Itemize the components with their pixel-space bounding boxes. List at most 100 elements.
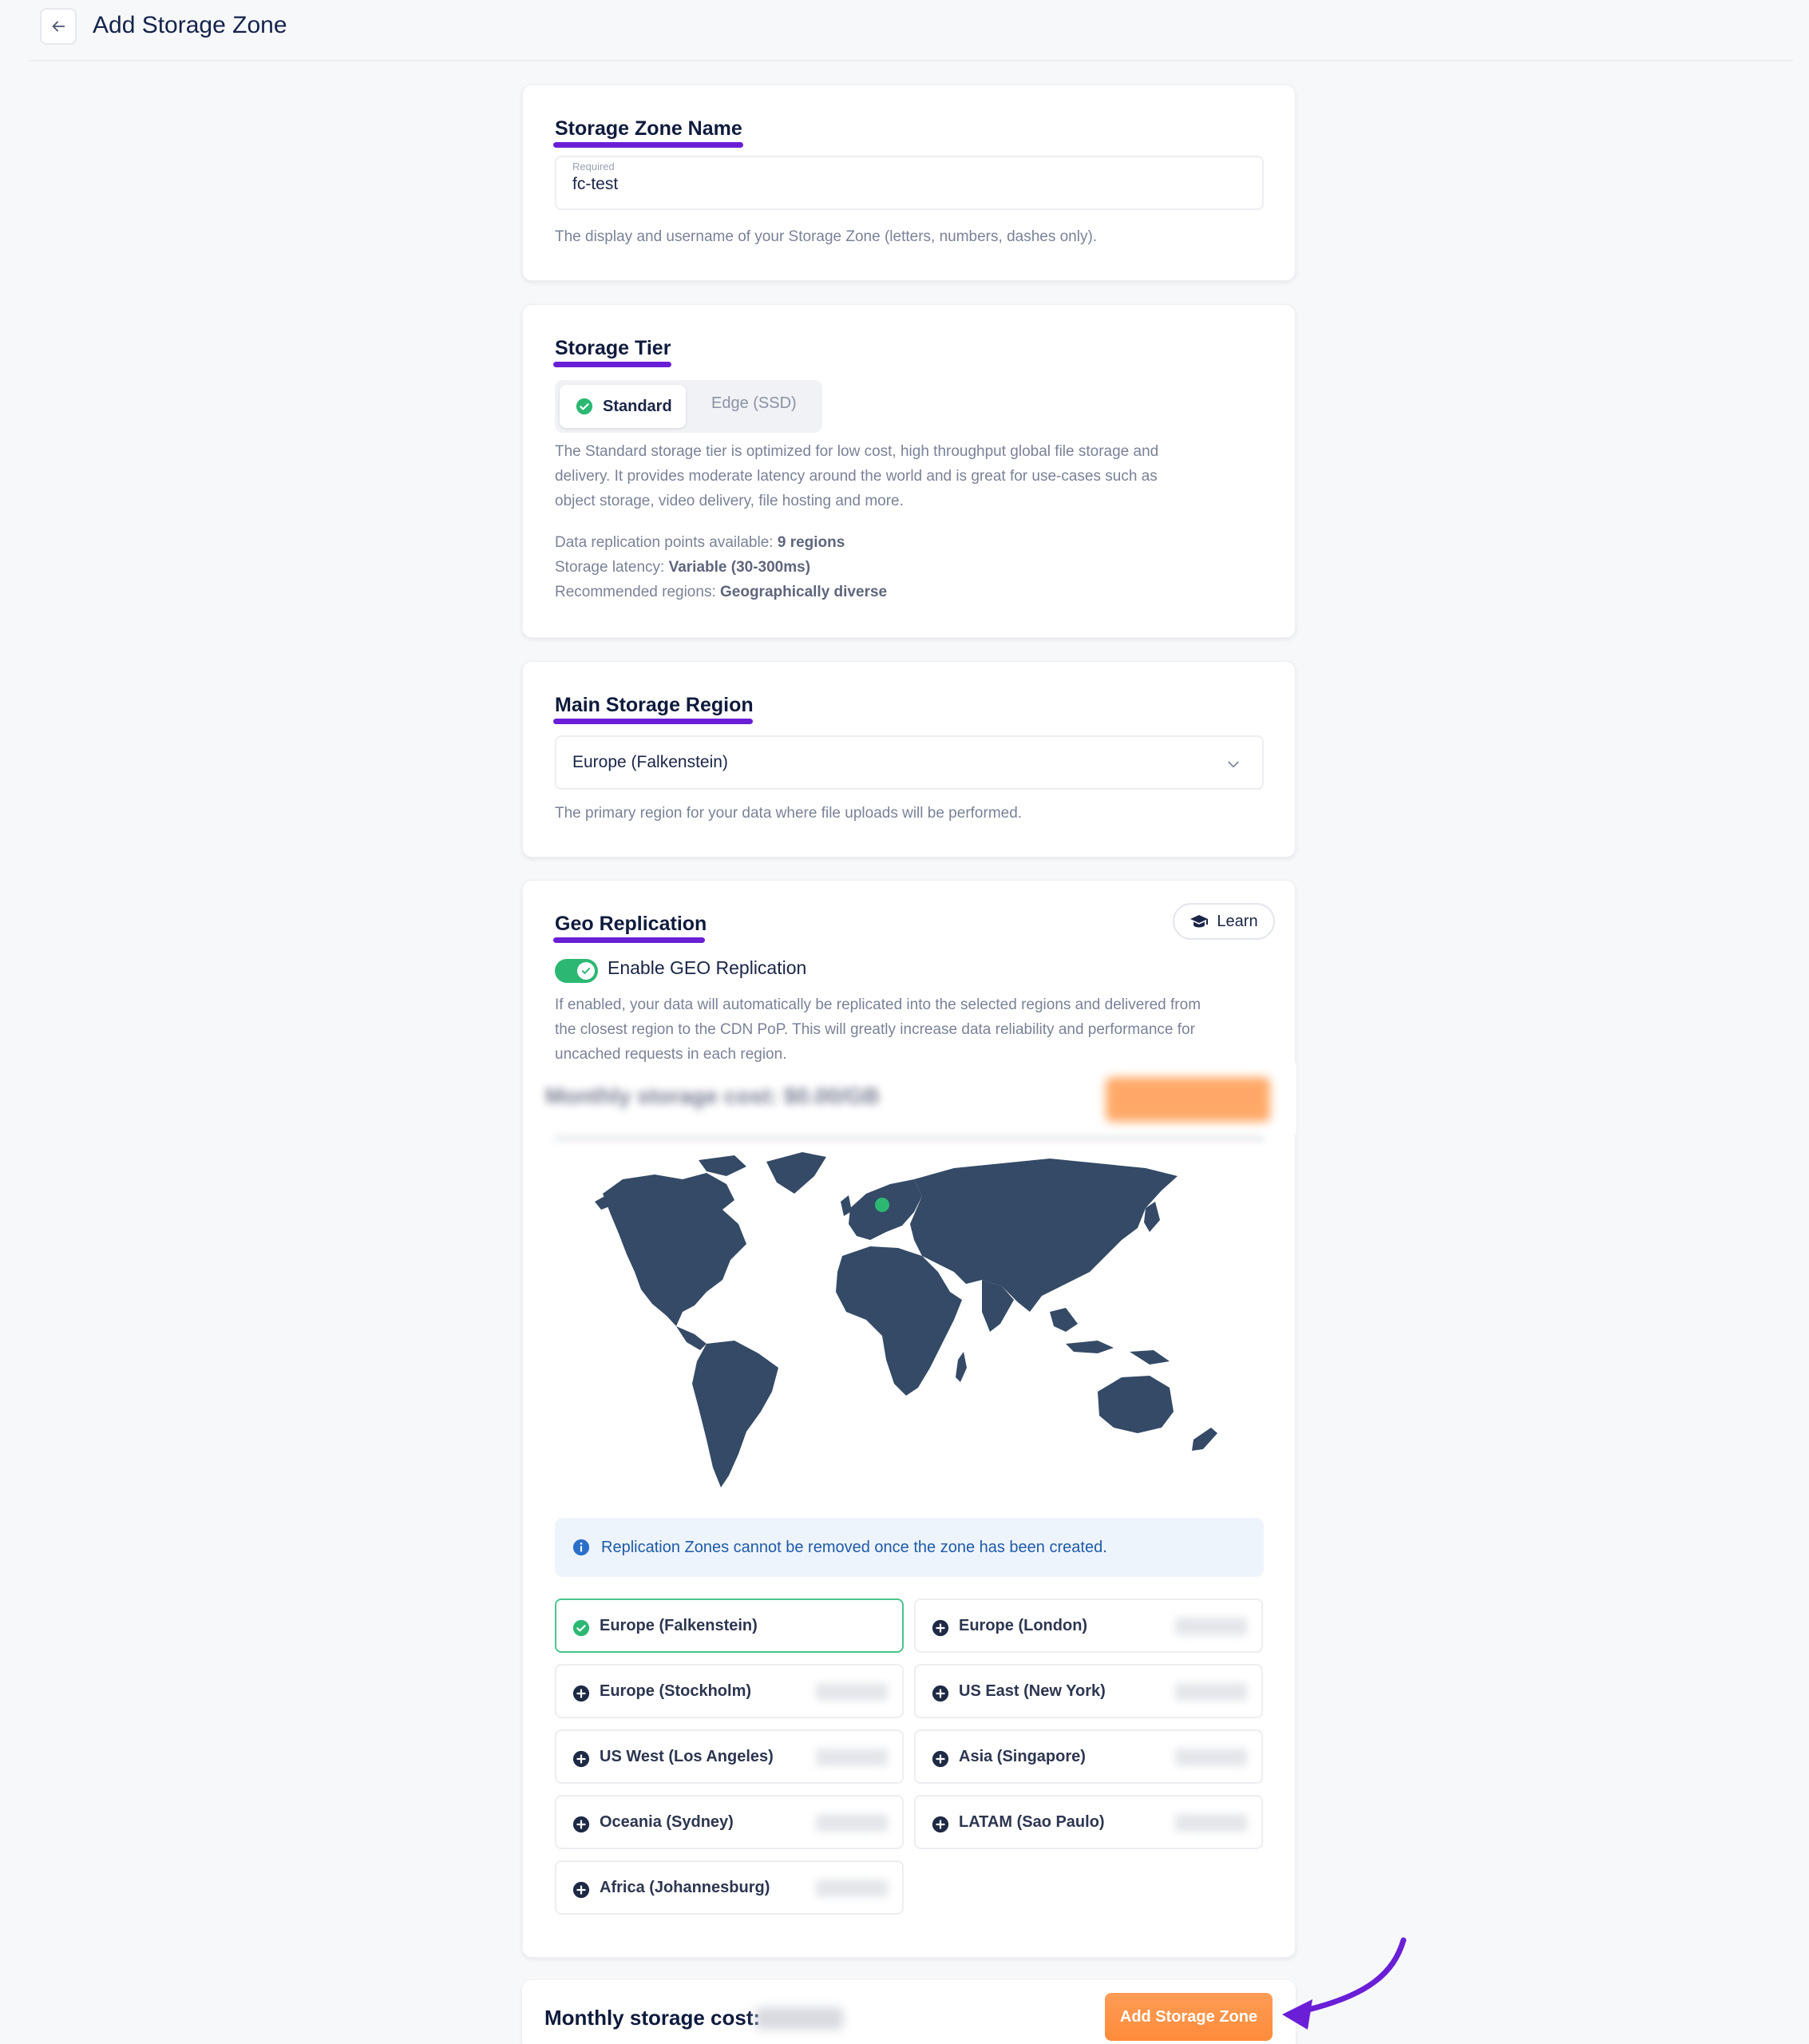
region-option-latam-sao-paulo[interactable]: LATAM (Sao Paulo)	[914, 1795, 1263, 1849]
region-label: US East (New York)	[959, 1682, 1106, 1700]
description-line: The Standard storage tier is optimized f…	[555, 443, 1159, 460]
region-label: Europe (London)	[959, 1617, 1088, 1634]
geo-replication-toggle[interactable]	[555, 959, 598, 983]
map-southeast-asia	[1050, 1308, 1078, 1332]
region-price-blurred	[816, 1814, 888, 1832]
storage-zone-name-input[interactable]	[572, 175, 1243, 194]
storage-tier-specs: Data replication points available: 9 reg…	[555, 530, 887, 604]
region-label: Asia (Singapore)	[959, 1748, 1086, 1765]
check-circle-icon	[576, 398, 593, 415]
map-new-zealand	[1192, 1428, 1217, 1451]
spec-recommended: Recommended regions: Geographically dive…	[555, 584, 888, 600]
toggle-knob	[577, 962, 595, 980]
storage-tier-card: Storage Tier Standard Edge (SSD) The Sta…	[522, 304, 1296, 638]
plus-circle-icon	[572, 1816, 590, 1833]
region-label: Africa (Johannesburg)	[600, 1879, 770, 1896]
map-asia	[910, 1159, 1178, 1312]
main-region-select[interactable]: Europe (Falkenstein)	[555, 735, 1264, 790]
map-canada-islands	[699, 1155, 746, 1176]
title-underline	[553, 362, 671, 367]
map-australia	[1098, 1376, 1174, 1433]
back-button[interactable]	[40, 8, 77, 45]
plus-circle-icon	[572, 1750, 590, 1768]
spec-latency: Storage latency: Variable (30-300ms)	[555, 559, 811, 576]
learn-button-label: Learn	[1217, 912, 1258, 930]
region-option-europe-stockholm[interactable]: Europe (Stockholm)	[555, 1664, 904, 1718]
plus-circle-icon	[932, 1619, 949, 1637]
title-underline	[553, 719, 753, 724]
monthly-cost-value-blurred	[755, 2007, 843, 2030]
check-icon	[581, 968, 591, 974]
region-price-blurred	[1175, 1814, 1247, 1832]
region-option-us-west[interactable]: US West (Los Angeles)	[555, 1729, 904, 1784]
region-label: US West (Los Angeles)	[600, 1748, 774, 1765]
region-price-blurred	[1175, 1683, 1247, 1701]
add-storage-zone-button[interactable]: Add Storage Zone	[1105, 1993, 1273, 2041]
page-title: Add Storage Zone	[93, 12, 287, 38]
top-bar	[29, 0, 1793, 61]
replication-info-text: Replication Zones cannot be removed once…	[601, 1538, 1107, 1556]
region-price-blurred	[1175, 1618, 1247, 1635]
description-line: the closest region to the CDN PoP. This …	[555, 1021, 1195, 1038]
main-region-selected-value: Europe (Falkenstein)	[572, 753, 728, 771]
spec-replication: Data replication points available: 9 reg…	[555, 534, 845, 551]
map-africa	[836, 1246, 962, 1396]
region-label: LATAM (Sao Paulo)	[959, 1813, 1105, 1831]
region-label: Europe (Falkenstein)	[600, 1617, 758, 1634]
annotation-arrow-icon	[1282, 1937, 1407, 2030]
replication-info-banner: Replication Zones cannot be removed once…	[555, 1518, 1264, 1577]
region-option-oceania-sydney[interactable]: Oceania (Sydney)	[555, 1795, 904, 1849]
section-title-storage-tier: Storage Tier	[555, 337, 671, 359]
tier-option-edge-ssd[interactable]: Edge (SSD)	[711, 394, 797, 413]
title-underline	[553, 142, 743, 148]
description-line: If enabled, your data will automatically…	[555, 996, 1201, 1013]
plus-circle-icon	[572, 1685, 590, 1702]
region-option-europe-london[interactable]: Europe (London)	[914, 1598, 1263, 1653]
section-title-main-storage-region: Main Storage Region	[555, 694, 754, 716]
region-option-asia-singapore[interactable]: Asia (Singapore)	[914, 1729, 1263, 1784]
map-central-america	[676, 1326, 707, 1350]
map-north-america	[603, 1173, 746, 1326]
description-line: delivery. It provides moderate latency a…	[555, 468, 1158, 485]
tier-option-standard-label: Standard	[603, 397, 672, 415]
learn-button[interactable]: Learn	[1173, 903, 1275, 940]
map-south-america	[692, 1341, 778, 1487]
region-label: Oceania (Sydney)	[600, 1813, 734, 1831]
blurred-divider	[555, 1135, 1264, 1143]
storage-zone-name-card: Storage Zone Name Required The display a…	[522, 85, 1296, 281]
info-icon	[572, 1539, 590, 1556]
main-storage-region-card: Main Storage Region Europe (Falkenstein)…	[522, 661, 1296, 858]
region-option-europe-falkenstein[interactable]: Europe (Falkenstein)	[555, 1598, 904, 1653]
title-underline	[553, 937, 705, 943]
main-region-help: The primary region for your data where f…	[555, 805, 1023, 822]
region-price-blurred	[1175, 1749, 1247, 1766]
section-title-geo-replication: Geo Replication	[555, 913, 707, 935]
blurred-add-button	[1106, 1077, 1270, 1122]
plus-circle-icon	[572, 1881, 590, 1899]
arrow-left-icon	[52, 21, 65, 32]
geo-replication-description: If enabled, your data will automatically…	[555, 992, 1201, 1067]
storage-tier-selector: Standard Edge (SSD)	[555, 380, 822, 433]
map-madagascar	[956, 1352, 967, 1382]
region-price-blurred	[816, 1880, 888, 1897]
description-line: object storage, video delivery, file hos…	[555, 493, 904, 509]
storage-zone-name-field[interactable]: Required	[555, 156, 1264, 210]
plus-circle-icon	[932, 1685, 949, 1702]
monthly-cost-label: Monthly storage cost:	[544, 2006, 761, 2030]
map-greenland	[766, 1152, 826, 1194]
region-option-africa-johannesburg[interactable]: Africa (Johannesburg)	[555, 1860, 904, 1915]
region-label: Europe (Stockholm)	[600, 1682, 752, 1700]
check-circle-icon	[572, 1619, 590, 1637]
chevron-down-icon	[1228, 761, 1239, 768]
storage-tier-description: The Standard storage tier is optimized f…	[555, 439, 1158, 513]
plus-circle-icon	[932, 1816, 949, 1833]
region-price-blurred	[816, 1683, 888, 1701]
plus-circle-icon	[932, 1750, 949, 1768]
region-price-blurred	[816, 1749, 888, 1766]
map-new-guinea	[1130, 1350, 1170, 1365]
region-option-us-east[interactable]: US East (New York)	[914, 1664, 1263, 1718]
blurred-cost-text: Monthly storage cost: $0.00/GB	[545, 1083, 880, 1108]
tier-option-standard[interactable]: Standard	[560, 385, 686, 428]
storage-zone-name-help: The display and username of your Storage…	[555, 228, 1098, 245]
graduation-cap-icon	[1190, 915, 1209, 928]
